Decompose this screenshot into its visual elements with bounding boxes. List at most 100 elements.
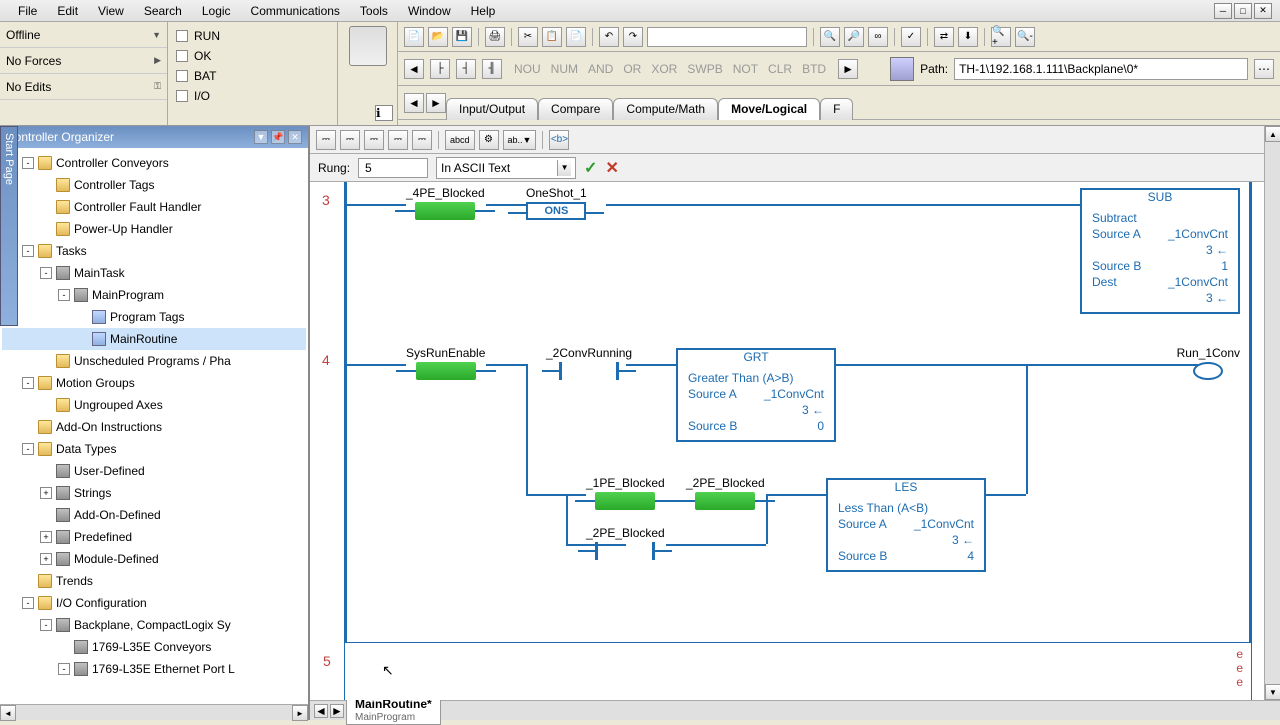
- tab-f[interactable]: F: [820, 98, 853, 120]
- tree-item[interactable]: Ungrouped Axes: [2, 394, 306, 416]
- mnem-xor[interactable]: XOR: [651, 62, 677, 76]
- find-next-button[interactable]: 🔎: [844, 27, 864, 47]
- mnem-or[interactable]: OR: [623, 62, 641, 76]
- les-block[interactable]: LES Less Than (A<B)Source A_1ConvCnt3 ←S…: [826, 478, 986, 572]
- menu-logic[interactable]: Logic: [192, 2, 241, 20]
- contact-4pe-blocked[interactable]: _4PE_Blocked: [406, 186, 485, 220]
- tree-item[interactable]: -Motion Groups: [2, 372, 306, 394]
- expand-icon[interactable]: -: [58, 663, 70, 675]
- path-browse-button[interactable]: ⋯: [1254, 59, 1274, 79]
- rung-mode-combo[interactable]: In ASCII Text▼: [436, 157, 576, 179]
- copy-button[interactable]: 📋: [542, 27, 562, 47]
- coil-run-1conv[interactable]: Run_1Conv: [1177, 346, 1240, 380]
- paste-button[interactable]: 📄: [566, 27, 586, 47]
- tree-item[interactable]: Program Tags: [2, 306, 306, 328]
- tree-item[interactable]: MainRoutine: [2, 328, 306, 350]
- tree-item[interactable]: -MainTask: [2, 262, 306, 284]
- organizer-pin-icon[interactable]: 📌: [271, 130, 285, 144]
- contact-oneshot-1[interactable]: OneShot_1ONS: [526, 186, 587, 220]
- ed-btn-5[interactable]: ⎓: [412, 130, 432, 150]
- rung-number-field[interactable]: 5: [358, 158, 428, 178]
- contact-2pe-blocked-b[interactable]: _2PE_Blocked: [586, 526, 665, 560]
- tree-item[interactable]: Power-Up Handler: [2, 218, 306, 240]
- contact-1pe-blocked[interactable]: _1PE_Blocked: [586, 476, 665, 510]
- btab-left[interactable]: ◄: [314, 704, 328, 718]
- btab-right[interactable]: ►: [330, 704, 344, 718]
- close-button[interactable]: ✕: [1254, 3, 1272, 19]
- tab-compute-math[interactable]: Compute/Math: [613, 98, 718, 120]
- minimize-button[interactable]: ─: [1214, 3, 1232, 19]
- cut-button[interactable]: ✂: [518, 27, 538, 47]
- tree-item[interactable]: +Predefined: [2, 526, 306, 548]
- tree-item[interactable]: Unscheduled Programs / Pha: [2, 350, 306, 372]
- rung-element-2[interactable]: ┤: [456, 59, 476, 79]
- tree-item[interactable]: +Strings: [2, 482, 306, 504]
- mode-dropdown-icon[interactable]: ▼: [152, 30, 161, 40]
- ed-btn-1[interactable]: ⎓: [316, 130, 336, 150]
- rung-element-1[interactable]: ├: [430, 59, 450, 79]
- menu-edit[interactable]: Edit: [47, 2, 88, 20]
- zoom-out-button[interactable]: 🔍-: [1015, 27, 1035, 47]
- menu-file[interactable]: File: [8, 2, 47, 20]
- ed-btn-7[interactable]: ⚙: [479, 130, 499, 150]
- vscroll-down-icon[interactable]: ▼: [1265, 684, 1280, 700]
- tree-item[interactable]: -MainProgram: [2, 284, 306, 306]
- accept-button[interactable]: ✓: [584, 158, 597, 178]
- hscroll-right-icon[interactable]: ►: [292, 705, 308, 721]
- tree-item[interactable]: -Tasks: [2, 240, 306, 262]
- ed-btn-2[interactable]: ⎓: [340, 130, 360, 150]
- new-button[interactable]: 📄: [404, 27, 424, 47]
- menu-view[interactable]: View: [88, 2, 134, 20]
- tree-item[interactable]: Add-On Instructions: [2, 416, 306, 438]
- expand-icon[interactable]: +: [40, 487, 52, 499]
- ed-btn-4[interactable]: ⎓: [388, 130, 408, 150]
- vscroll-up-icon[interactable]: ▲: [1265, 126, 1280, 142]
- menu-window[interactable]: Window: [398, 2, 461, 20]
- tab-scroll-right[interactable]: ►: [426, 93, 446, 113]
- download-button[interactable]: ⬇: [958, 27, 978, 47]
- print-button[interactable]: 🖨: [485, 27, 505, 47]
- mnem-btd[interactable]: BTD: [802, 62, 826, 76]
- undo-button[interactable]: ↶: [599, 27, 619, 47]
- expand-icon[interactable]: -: [22, 377, 34, 389]
- expand-icon[interactable]: -: [22, 443, 34, 455]
- search-combo[interactable]: [647, 27, 807, 47]
- scroll-right-button[interactable]: ►: [838, 59, 858, 79]
- organizer-hscroll[interactable]: ◄ ►: [0, 704, 308, 720]
- expand-icon[interactable]: -: [22, 597, 34, 609]
- tree-item[interactable]: -Backplane, CompactLogix Sy: [2, 614, 306, 636]
- expand-icon[interactable]: -: [22, 245, 34, 257]
- expand-icon[interactable]: -: [40, 619, 52, 631]
- mnem-swpb[interactable]: SWPB: [687, 62, 722, 76]
- expand-icon[interactable]: +: [40, 531, 52, 543]
- mnem-clr[interactable]: CLR: [768, 62, 792, 76]
- mnem-not[interactable]: NOT: [733, 62, 758, 76]
- open-button[interactable]: 📂: [428, 27, 448, 47]
- expand-icon[interactable]: -: [58, 289, 70, 301]
- menu-communications[interactable]: Communications: [241, 2, 350, 20]
- expand-icon[interactable]: +: [40, 553, 52, 565]
- ed-tag-button[interactable]: <b>: [549, 130, 569, 150]
- tree-item[interactable]: -Controller Conveyors: [2, 152, 306, 174]
- tree-item[interactable]: -Data Types: [2, 438, 306, 460]
- find-button[interactable]: 🔍: [820, 27, 840, 47]
- maximize-button[interactable]: □: [1234, 3, 1252, 19]
- expand-icon[interactable]: -: [22, 157, 34, 169]
- bottom-tab-mainroutine[interactable]: MainRoutine*MainProgram: [346, 696, 441, 725]
- mnem-nou[interactable]: NOU: [514, 62, 541, 76]
- rung-element-3[interactable]: ╢: [482, 59, 502, 79]
- contact-2pe-blocked-a[interactable]: _2PE_Blocked: [686, 476, 765, 510]
- path-icon[interactable]: [890, 57, 914, 81]
- mnem-and[interactable]: AND: [588, 62, 613, 76]
- save-button[interactable]: 💾: [452, 27, 472, 47]
- ed-ab-button[interactable]: ab..▼: [503, 130, 537, 150]
- info-button[interactable]: ℹ: [375, 105, 393, 121]
- hscroll-left-icon[interactable]: ◄: [0, 705, 16, 721]
- verify-button[interactable]: ✓: [901, 27, 921, 47]
- tree-item[interactable]: Controller Fault Handler: [2, 196, 306, 218]
- tab-compare[interactable]: Compare: [538, 98, 613, 120]
- tab-scroll-left[interactable]: ◄: [404, 93, 424, 113]
- editor-vscroll[interactable]: ▲ ▼: [1264, 126, 1280, 700]
- tree-item[interactable]: Controller Tags: [2, 174, 306, 196]
- reject-button[interactable]: ✕: [605, 158, 618, 178]
